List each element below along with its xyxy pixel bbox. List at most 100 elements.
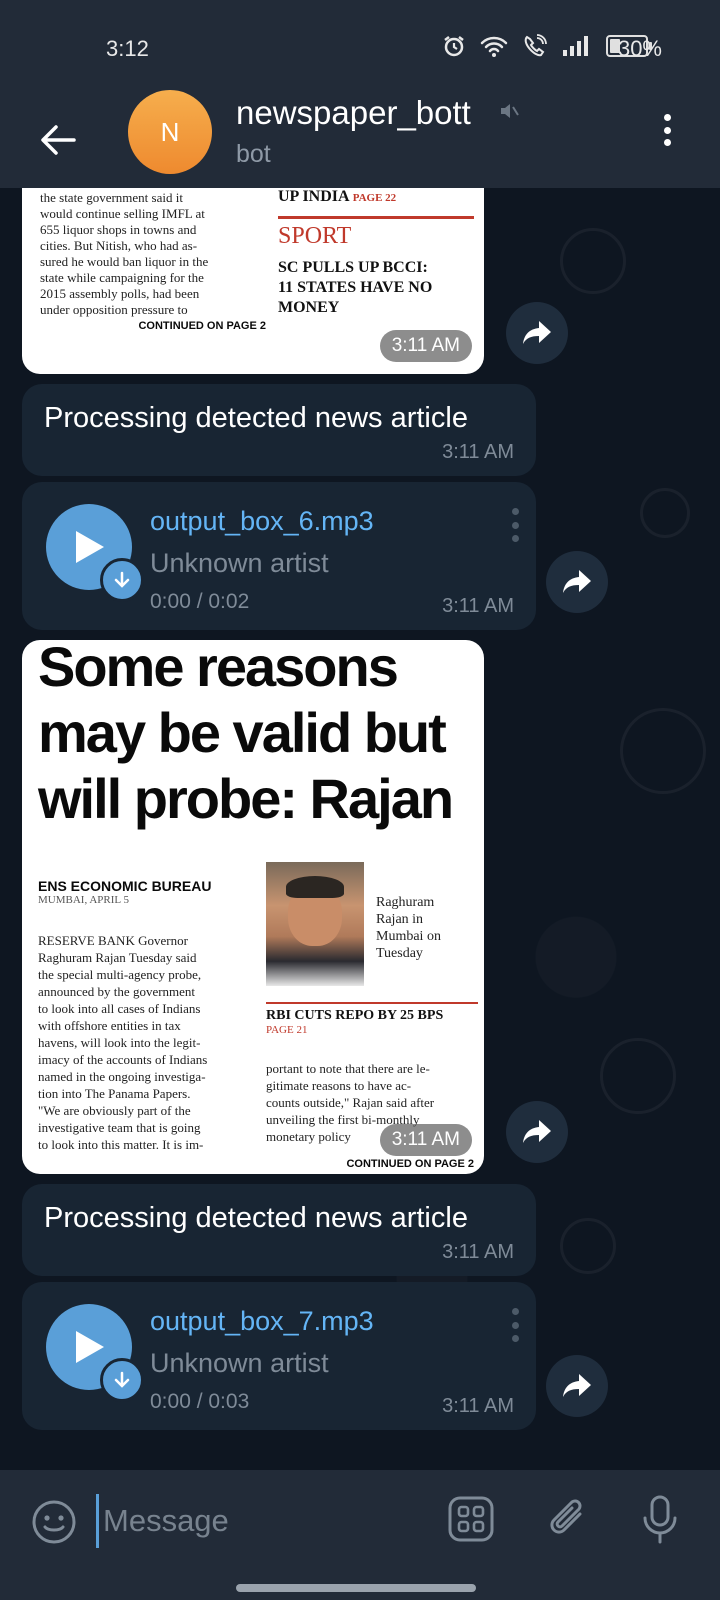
back-button[interactable] bbox=[28, 110, 88, 170]
body-line: to look into all cases of Indians bbox=[38, 1001, 201, 1016]
body-line: counts outside," Rajan said after bbox=[266, 1095, 435, 1110]
text-message[interactable]: Processing detected news article 3:11 AM bbox=[22, 1184, 536, 1276]
chat-header: N newspaper_bott bot bbox=[0, 90, 720, 188]
alarm-icon bbox=[444, 36, 464, 57]
newspaper-headline: MONEY bbox=[278, 299, 340, 316]
body-line: gitimate reasons to have ac- bbox=[266, 1078, 412, 1093]
message-time: 3:11 AM bbox=[379, 1124, 472, 1156]
newspaper-line: cities. But Nitish, who had as- bbox=[40, 238, 198, 253]
microphone-button[interactable] bbox=[640, 1494, 680, 1551]
body-line: portant to note that there are le- bbox=[266, 1061, 430, 1076]
bot-menu-grid-icon bbox=[448, 1496, 494, 1542]
audio-file-name[interactable]: output_box_6.mp3 bbox=[150, 506, 374, 537]
byline: ENS ECONOMIC BUREAU bbox=[38, 878, 212, 894]
status-bar: 3:12 30% bbox=[0, 0, 720, 96]
play-icon bbox=[76, 531, 104, 563]
headline-line: will probe: Rajan bbox=[38, 767, 454, 830]
body-line: with offshore entities in tax bbox=[38, 1018, 181, 1033]
newspaper-photo bbox=[266, 862, 364, 986]
play-icon bbox=[76, 1331, 104, 1363]
side-headline: RBI CUTS REPO BY 25 BPS bbox=[266, 1008, 444, 1023]
headline-line: may be valid but bbox=[38, 701, 447, 764]
text-message[interactable]: Processing detected news article 3:11 AM bbox=[22, 384, 536, 476]
wifi-call-icon bbox=[524, 34, 547, 57]
image-message[interactable]: Some reasons may be valid but will probe… bbox=[22, 640, 484, 1174]
share-arrow-icon bbox=[563, 1374, 591, 1397]
emoji-button[interactable] bbox=[30, 1498, 78, 1551]
image-message[interactable]: the state government said it would conti… bbox=[22, 188, 484, 374]
body-line: RESERVE BANK Governor bbox=[38, 933, 188, 948]
message-time: 3:11 AM bbox=[442, 1395, 514, 1417]
newspaper-line: the state government said it bbox=[40, 190, 183, 205]
download-arrow-icon bbox=[114, 1371, 130, 1388]
continued-label: CONTINUED ON PAGE 2 bbox=[138, 320, 266, 332]
chat-subtitle: bot bbox=[236, 140, 271, 168]
body-line: named in the ongoing investiga- bbox=[38, 1069, 206, 1084]
audio-message[interactable]: output_box_6.mp3 Unknown artist 0:00 / 0… bbox=[22, 482, 536, 630]
page-ref: PAGE 21 bbox=[266, 1024, 308, 1036]
body-line: Raghuram Rajan Tuesday said bbox=[38, 950, 197, 965]
audio-duration: 0:00 / 0:03 bbox=[150, 1390, 250, 1413]
message-text: Processing detected news article bbox=[44, 1202, 468, 1234]
body-line: imacy of the accounts of Indians bbox=[38, 1052, 208, 1067]
audio-more-button[interactable] bbox=[510, 1308, 520, 1342]
share-button[interactable] bbox=[546, 1355, 608, 1417]
newspaper-headline: UP INDIA bbox=[278, 188, 349, 205]
audio-artist: Unknown artist bbox=[150, 548, 329, 578]
newspaper-line: state while campaigning for the bbox=[40, 270, 204, 285]
newspaper-line: 655 liquor shops in towns and bbox=[40, 222, 197, 237]
microphone-icon bbox=[643, 1495, 677, 1544]
paperclip-icon bbox=[550, 1499, 582, 1534]
body-line: investigative team that is going bbox=[38, 1120, 201, 1135]
home-indicator[interactable] bbox=[236, 1584, 476, 1592]
section-label: SPORT bbox=[278, 223, 352, 249]
download-button[interactable] bbox=[100, 1358, 144, 1402]
audio-duration: 0:00 / 0:02 bbox=[150, 590, 250, 613]
status-time: 3:12 bbox=[106, 36, 149, 61]
body-line: "We are obviously part of the bbox=[38, 1103, 191, 1118]
newspaper-byline: ENS ECONOMIC BUREAU MUMBAI, APRIL 5 bbox=[38, 878, 258, 906]
caption-line: Mumbai on bbox=[376, 929, 441, 944]
share-button[interactable] bbox=[546, 551, 608, 613]
message-time: 3:11 AM bbox=[442, 595, 514, 617]
caption-line: Raghuram bbox=[376, 895, 435, 910]
photo-caption: Raghuram Rajan in Mumbai on Tuesday bbox=[376, 894, 476, 962]
message-text: Processing detected news article bbox=[44, 402, 468, 434]
continued-label: CONTINUED ON PAGE 2 bbox=[346, 1158, 474, 1170]
newspaper-line: would continue selling IMFL at bbox=[40, 206, 205, 221]
audio-file-name[interactable]: output_box_7.mp3 bbox=[150, 1306, 374, 1337]
download-arrow-icon bbox=[114, 571, 130, 588]
more-options-button[interactable] bbox=[654, 110, 680, 150]
newspaper-line: under opposition pressure to bbox=[40, 302, 188, 317]
arrow-left-icon bbox=[41, 125, 76, 155]
download-button[interactable] bbox=[100, 558, 144, 602]
audio-message[interactable]: output_box_7.mp3 Unknown artist 0:00 / 0… bbox=[22, 1282, 536, 1430]
newspaper-headline: 11 STATES HAVE NO bbox=[278, 279, 433, 296]
bot-commands-button[interactable] bbox=[446, 1494, 496, 1549]
body-line: tion into The Panama Papers. bbox=[38, 1086, 191, 1101]
chat-title[interactable]: newspaper_bott bbox=[236, 94, 471, 132]
newspaper-main-headline: Some reasons may be valid but will probe… bbox=[38, 640, 478, 832]
headline-line: Some reasons bbox=[38, 640, 399, 698]
avatar[interactable]: N bbox=[128, 90, 212, 174]
battery-percent: 30% bbox=[617, 36, 662, 61]
attach-button[interactable] bbox=[546, 1494, 592, 1549]
newspaper-line: sured he would ban liquor in the bbox=[40, 254, 209, 269]
newspaper-line: 2015 assembly polls, had been bbox=[40, 286, 200, 301]
emoji-icon bbox=[32, 1500, 76, 1544]
body-line: to look into this matter. It is im- bbox=[38, 1137, 204, 1152]
share-arrow-icon bbox=[523, 1120, 551, 1143]
page-ref: PAGE 22 bbox=[352, 192, 397, 204]
message-input-bar bbox=[0, 1470, 720, 1600]
share-button[interactable] bbox=[506, 302, 568, 364]
signal-icon bbox=[563, 36, 588, 56]
dateline: MUMBAI, APRIL 5 bbox=[38, 894, 129, 906]
body-line: announced by the government bbox=[38, 984, 196, 999]
wifi-icon bbox=[480, 36, 508, 57]
message-input[interactable] bbox=[96, 1494, 435, 1548]
newspaper-headline: SC PULLS UP BCCI: bbox=[278, 259, 428, 276]
audio-artist: Unknown artist bbox=[150, 1348, 329, 1378]
newspaper-body: RESERVE BANK Governor Raghuram Rajan Tue… bbox=[38, 932, 264, 1153]
audio-more-button[interactable] bbox=[510, 508, 520, 542]
share-button[interactable] bbox=[506, 1101, 568, 1163]
